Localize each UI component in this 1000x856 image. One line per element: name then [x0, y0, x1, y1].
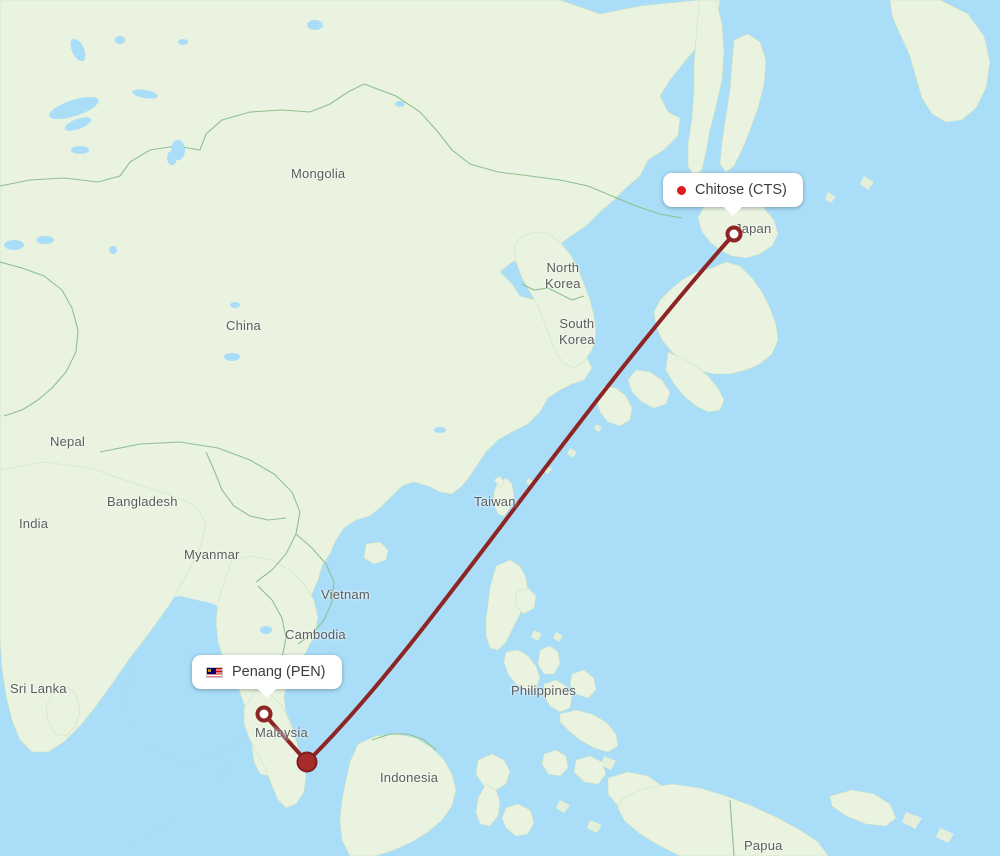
callout-chitose[interactable]: Chitose (CTS) — [663, 173, 803, 216]
penang-airport-marker[interactable] — [255, 705, 273, 723]
route-origin-marker[interactable] — [296, 751, 318, 773]
map-canvas: .land{fill:#e9f3e0;stroke:#cfe3c0;stroke… — [0, 0, 1000, 856]
callout-penang[interactable]: Penang (PEN) — [192, 655, 342, 698]
malaysia-flag-icon — [206, 666, 223, 678]
callout-chitose-label: Chitose (CTS) — [695, 182, 787, 198]
callout-tail — [256, 688, 277, 698]
chitose-airport-marker[interactable] — [725, 225, 743, 243]
flight-route-map: .land{fill:#e9f3e0;stroke:#cfe3c0;stroke… — [0, 0, 1000, 856]
red-dot-icon — [677, 185, 686, 195]
callout-penang-label: Penang (PEN) — [232, 664, 326, 680]
callout-tail — [722, 206, 743, 216]
